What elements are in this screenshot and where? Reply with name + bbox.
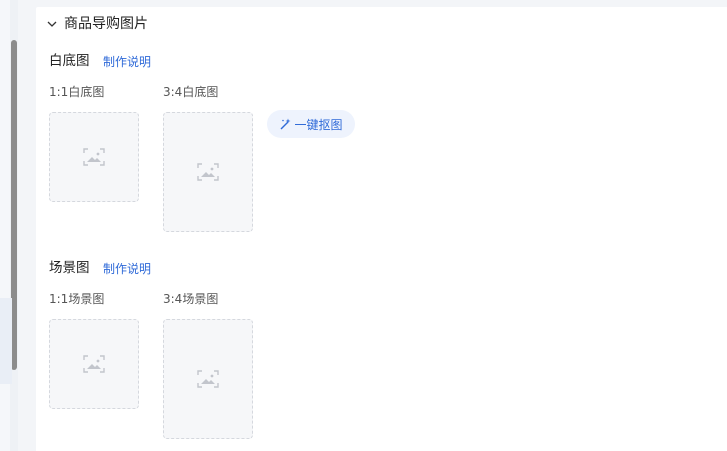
image-placeholder-icon <box>83 148 105 166</box>
scene-3-4-upload[interactable] <box>163 319 253 439</box>
white-bg-1-1-label: 1:1白底图 <box>49 85 105 99</box>
section-header[interactable]: 商品导购图片 <box>46 15 148 33</box>
image-placeholder-icon <box>197 163 219 181</box>
content-panel <box>36 7 727 451</box>
chevron-down-icon[interactable] <box>46 18 58 30</box>
scene-1-1-upload[interactable] <box>49 319 139 409</box>
image-placeholder-icon <box>83 355 105 373</box>
white-bg-title: 白底图 <box>49 53 90 69</box>
white-bg-1-1-upload[interactable] <box>49 112 139 202</box>
white-bg-3-4-upload[interactable] <box>163 112 253 232</box>
scene-1-1-label: 1:1场景图 <box>49 292 105 306</box>
scene-help-link[interactable]: 制作说明 <box>103 260 151 278</box>
white-bg-help-link[interactable]: 制作说明 <box>103 53 151 71</box>
left-panel-highlight <box>0 298 12 384</box>
white-bg-3-4-label: 3:4白底图 <box>163 85 219 99</box>
section-title: 商品导购图片 <box>64 16 148 32</box>
auto-cutout-label: 一键抠图 <box>294 117 343 132</box>
scene-3-4-label: 3:4场景图 <box>163 292 219 306</box>
auto-cutout-button[interactable]: 一键抠图 <box>267 110 355 138</box>
scene-title: 场景图 <box>49 260 90 276</box>
magic-wand-icon <box>280 118 291 130</box>
image-placeholder-icon <box>197 370 219 388</box>
